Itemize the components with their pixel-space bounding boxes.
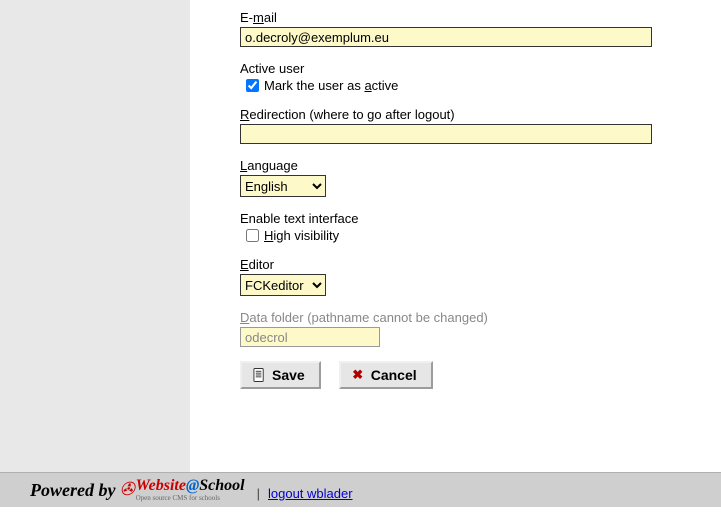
highvis-check-row: High visibility: [240, 228, 709, 243]
active-field-block: Active user Mark the user as active: [240, 61, 709, 93]
email-label: E-mail: [240, 10, 709, 25]
editor-select[interactable]: FCKeditor: [240, 274, 326, 296]
label-fragment: E-: [240, 10, 253, 25]
save-icon: [252, 368, 266, 382]
datafolder-input: [240, 327, 380, 347]
label-accesskey: H: [264, 228, 273, 243]
label-accesskey: D: [240, 310, 249, 325]
sidebar: [0, 0, 190, 472]
language-select[interactable]: English: [240, 175, 326, 197]
active-checkbox[interactable]: [246, 79, 259, 92]
active-check-label: Mark the user as active: [264, 78, 398, 93]
label-fragment: ctive: [372, 78, 399, 93]
puzzle-icon: ✇: [119, 479, 134, 500]
label-accesskey: E: [240, 257, 249, 272]
powered-by-text: Powered by: [30, 480, 115, 501]
label-accesskey: m: [253, 10, 264, 25]
highvis-check-label: High visibility: [264, 228, 339, 243]
label-fragment: ail: [264, 10, 277, 25]
editor-field-block: Editor FCKeditor: [240, 257, 709, 296]
textinterface-field-block: Enable text interface High visibility: [240, 211, 709, 243]
form-content: E-mail Active user Mark the user as acti…: [190, 0, 721, 472]
cancel-button[interactable]: ✖ Cancel: [339, 361, 433, 389]
editor-label: Editor: [240, 257, 709, 272]
highvis-checkbox[interactable]: [246, 229, 259, 242]
redirection-input[interactable]: [240, 124, 652, 144]
datafolder-field-block: Data folder (pathname cannot be changed): [240, 310, 709, 347]
email-input[interactable]: [240, 27, 652, 47]
textinterface-heading: Enable text interface: [240, 211, 709, 226]
datafolder-label: Data folder (pathname cannot be changed): [240, 310, 709, 325]
redirection-label: Redirection (where to go after logout): [240, 107, 709, 122]
label-accesskey: R: [240, 107, 249, 122]
logout-link[interactable]: logout wblader: [268, 486, 353, 501]
label-fragment: Mark the user as: [264, 78, 364, 93]
logo-fragment: School: [199, 477, 244, 494]
label-accesskey: a: [364, 78, 371, 93]
active-check-row: Mark the user as active: [240, 78, 709, 93]
redirection-field-block: Redirection (where to go after logout): [240, 107, 709, 144]
label-fragment: edirection (where to go after logout): [249, 107, 454, 122]
logo-fragment: @: [186, 477, 199, 494]
main-area: E-mail Active user Mark the user as acti…: [0, 0, 721, 472]
cancel-icon: ✖: [351, 368, 365, 382]
save-button-label: Save: [272, 367, 305, 383]
footer: Powered by ✇ Website@School Open source …: [0, 472, 721, 507]
label-fragment: anguage: [247, 158, 298, 173]
websiteatschool-logo: ✇ Website@School Open source CMS for sch…: [119, 477, 244, 501]
logo-subtext: Open source CMS for schools: [136, 495, 245, 501]
language-label: Language: [240, 158, 709, 173]
email-field-block: E-mail: [240, 10, 709, 47]
logo-fragment: Website: [136, 477, 186, 494]
label-fragment: igh visibility: [273, 228, 339, 243]
label-fragment: ata folder (pathname cannot be changed): [249, 310, 488, 325]
save-button[interactable]: Save: [240, 361, 321, 389]
active-heading: Active user: [240, 61, 709, 76]
cancel-button-label: Cancel: [371, 367, 417, 383]
page: E-mail Active user Mark the user as acti…: [0, 0, 721, 507]
button-row: Save ✖ Cancel: [240, 361, 709, 389]
footer-separator: |: [257, 486, 260, 501]
language-field-block: Language English: [240, 158, 709, 197]
label-fragment: ditor: [249, 257, 274, 272]
